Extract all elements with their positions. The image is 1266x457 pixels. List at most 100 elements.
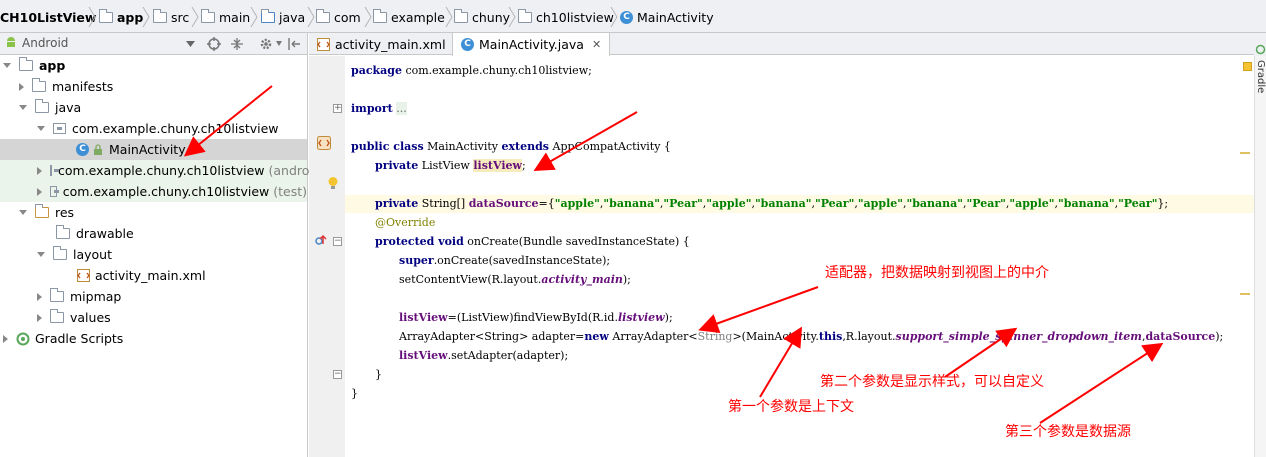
expand-arrow-icon[interactable] <box>37 292 42 301</box>
gear-icon[interactable] <box>259 37 273 51</box>
gradle-icon[interactable] <box>1255 44 1266 55</box>
expand-arrow-icon[interactable] <box>19 82 24 91</box>
collapse-all-icon[interactable] <box>230 37 244 51</box>
tree-item-values[interactable]: values <box>0 307 307 328</box>
package-icon <box>50 165 59 176</box>
warning-marker-icon[interactable] <box>1243 62 1252 71</box>
folded-imports[interactable]: ... <box>396 102 407 115</box>
keyword: this <box>818 330 843 343</box>
breadcrumb-chuny[interactable]: chuny <box>454 8 510 25</box>
chevron-separator-icon <box>142 6 150 28</box>
view-selector[interactable]: Android <box>4 36 68 50</box>
resource-id: activity_main <box>541 273 623 286</box>
expand-arrow-icon[interactable] <box>37 313 42 322</box>
punct: }; <box>1157 197 1169 210</box>
override-marker-icon[interactable] <box>315 234 329 246</box>
string-literal: "banana" <box>1058 197 1115 210</box>
expand-arrow-icon[interactable] <box>37 187 42 196</box>
close-icon[interactable]: ✕ <box>592 38 601 51</box>
string-literal: "Pear" <box>966 197 1006 210</box>
source-folder-icon <box>261 8 275 23</box>
breadcrumb-ch10listview[interactable]: ch10listview <box>518 8 614 25</box>
breadcrumb-example[interactable]: example <box>373 8 445 25</box>
breadcrumb-project[interactable]: CH10ListView <box>0 9 96 25</box>
breadcrumb-app[interactable]: app <box>99 8 143 25</box>
punct: ); <box>622 273 631 286</box>
collapse-arrow-icon[interactable] <box>3 63 11 68</box>
tree-item-mainactivity[interactable]: C MainActivity <box>0 139 307 160</box>
folder-icon <box>32 78 46 92</box>
tree-item-package-test[interactable]: com.example.chuny.ch10listview (test) <box>0 181 307 202</box>
folder-icon <box>53 246 67 260</box>
tree-item-label: values <box>70 310 111 325</box>
error-stripe-mark[interactable] <box>1240 152 1250 154</box>
annotation-adapter: 适配器，把数据映射到视图上的中介 <box>825 265 1049 281</box>
keyword: new <box>584 330 609 343</box>
tree-item-manifests[interactable]: manifests <box>0 76 307 97</box>
punct: ); <box>1215 330 1224 343</box>
dropdown-arrow-icon[interactable] <box>276 41 282 46</box>
fold-collapse-icon[interactable]: − <box>333 237 342 246</box>
breadcrumb-java[interactable]: java <box>261 8 305 25</box>
tab-activity-main-xml[interactable]: activity_main.xml✕ <box>309 33 471 55</box>
code-line-super: super.onCreate(savedInstanceState); <box>399 252 610 270</box>
layout-file-icon[interactable] <box>317 136 331 150</box>
package-icon <box>316 8 330 23</box>
tree-item-mipmap[interactable]: mipmap <box>0 286 307 307</box>
code-line-package: package com.example.chuny.ch10listview; <box>351 62 592 80</box>
tree-item-label: layout <box>73 247 113 262</box>
collapse-arrow-icon[interactable] <box>19 105 27 110</box>
field-name: listView <box>473 159 522 172</box>
tree-item-res[interactable]: res <box>0 202 307 223</box>
tree-item-label: drawable <box>76 226 134 241</box>
package-name: com.example.chuny.ch10listview; <box>401 64 592 77</box>
punct: ; <box>521 159 526 172</box>
error-stripe-mark[interactable] <box>1240 293 1250 295</box>
expand-arrow-icon[interactable] <box>3 334 8 343</box>
scroll-from-source-icon[interactable] <box>207 37 221 51</box>
tree-item-package-main[interactable]: com.example.chuny.ch10listview <box>0 118 307 139</box>
class-icon: C <box>76 143 89 156</box>
tree-item-label: MainActivity <box>109 142 186 157</box>
string-literal: "apple" <box>706 197 752 210</box>
tree-item-package-androidtest[interactable]: com.example.chuny.ch10listview (androidT… <box>0 160 350 181</box>
breadcrumb-main[interactable]: main <box>201 8 250 25</box>
hide-panel-icon[interactable] <box>287 37 301 51</box>
tree-item-gradle-scripts[interactable]: Gradle Scripts <box>0 328 307 349</box>
code-line-close-class: } <box>351 387 358 400</box>
dropdown-arrow-icon[interactable] <box>186 40 195 48</box>
breadcrumb-mainactivity[interactable]: C MainActivity <box>620 9 714 25</box>
code-line-method: protected void onCreate(Bundle savedInst… <box>375 233 690 251</box>
call: .onCreate(savedInstanceState); <box>433 254 611 267</box>
intention-bulb-icon[interactable] <box>327 176 339 191</box>
string-literal: "Pear" <box>663 197 703 210</box>
string-literal: "banana" <box>603 197 660 210</box>
breadcrumb-src[interactable]: src <box>153 8 190 25</box>
call: setContentView(R.layout. <box>399 273 542 286</box>
tree-item-layout[interactable]: layout <box>0 244 307 265</box>
breadcrumb-label: src <box>171 9 190 25</box>
type: ArrayAdapter< <box>608 330 698 343</box>
tree-item-drawable[interactable]: drawable <box>0 223 307 244</box>
keyword: private <box>375 159 419 172</box>
expand-arrow-icon[interactable] <box>37 166 42 175</box>
tree-item-app[interactable]: app <box>0 55 307 76</box>
editor-gutter: + − − <box>309 56 345 457</box>
field-name: dataSource <box>1145 330 1216 343</box>
breadcrumb-label: CH10ListView <box>0 9 97 25</box>
tree-item-activity-main-xml[interactable]: activity_main.xml <box>0 265 307 286</box>
breadcrumb-com[interactable]: com <box>316 8 361 25</box>
gradle-tool-tab[interactable]: Gradle <box>1255 60 1266 93</box>
project-panel: Android app manifests java com.example.c… <box>0 33 350 457</box>
declaration: ArrayAdapter<String> adapter= <box>399 330 585 343</box>
keyword: public class <box>351 140 424 153</box>
fold-expand-icon[interactable]: + <box>333 104 342 113</box>
code-line-field-listview: private ListView listView; <box>375 157 526 175</box>
tree-item-java[interactable]: java <box>0 97 307 118</box>
collapse-arrow-icon[interactable] <box>37 252 45 257</box>
collapse-arrow-icon[interactable] <box>19 210 27 215</box>
fold-collapse-icon[interactable]: − <box>333 370 342 379</box>
collapse-arrow-icon[interactable] <box>37 126 45 131</box>
string-array-items: "apple","banana","Pear","apple","banana"… <box>555 197 1158 210</box>
tab-mainactivity-java[interactable]: C MainActivity.java ✕ <box>452 33 611 56</box>
